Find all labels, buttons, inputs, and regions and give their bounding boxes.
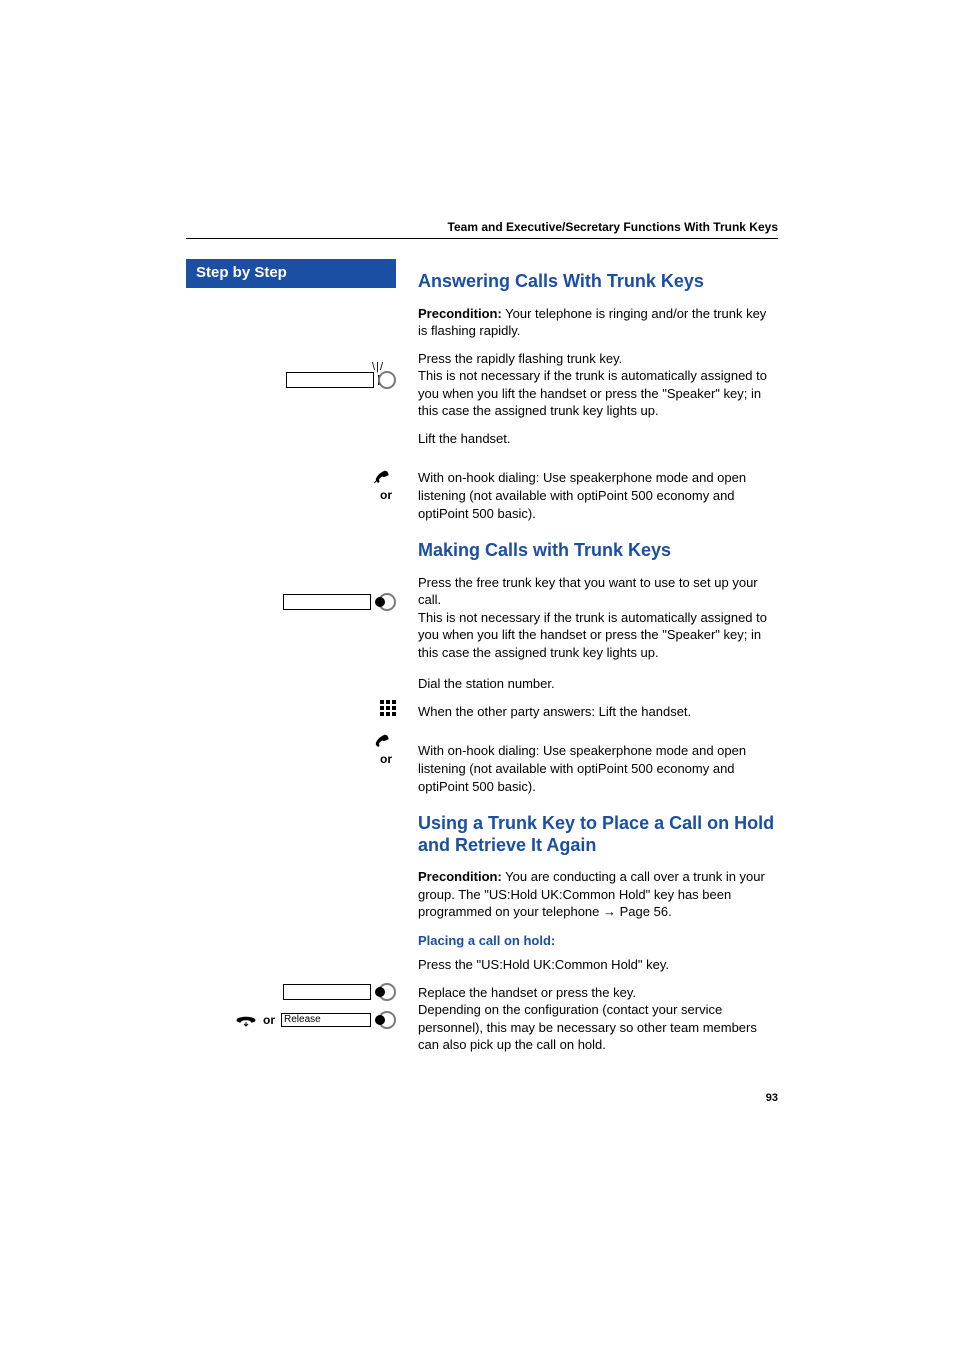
paragraph: With on-hook dialing: Use speakerphone m… (418, 469, 778, 522)
lift-handset-icon (186, 726, 396, 754)
paragraph: Press the free trunk key that you want t… (418, 574, 778, 662)
trunk-key-flashing-icon: \ | / (186, 366, 396, 394)
sub-heading: Placing a call on hold: (418, 933, 778, 948)
header-rule (186, 238, 778, 239)
page-ref-link[interactable]: Page 56. (620, 904, 672, 919)
section-title: Making Calls with Trunk Keys (418, 540, 778, 562)
paragraph: Replace the handset or press the key. De… (418, 984, 778, 1054)
lift-handset-icon (186, 462, 396, 490)
paragraph: Press the rapidly flashing trunk key. Th… (418, 350, 778, 420)
section-title: Answering Calls With Trunk Keys (418, 271, 778, 293)
paragraph: With on-hook dialing: Use speakerphone m… (418, 742, 778, 795)
trunk-key-free-icon (186, 588, 396, 616)
hold-key-icon (186, 978, 396, 1006)
release-key-label: Release (281, 1013, 371, 1027)
hangup-icon (235, 1013, 257, 1027)
or-label: or (263, 1013, 275, 1027)
paragraph: Press the "US:Hold UK:Common Hold" key. (418, 956, 778, 974)
paragraph: Precondition: You are conducting a call … (418, 868, 778, 921)
keypad-icon (186, 694, 396, 722)
release-row: or Release (186, 1006, 396, 1034)
step-by-step-header: Step by Step (186, 259, 396, 288)
running-header: Team and Executive/Secretary Functions W… (186, 220, 778, 234)
or-label: or (186, 488, 396, 502)
page-ref-arrow: → (603, 904, 620, 919)
content-column: Answering Calls With Trunk Keys Precondi… (418, 259, 778, 1064)
paragraph: Dial the station number. (418, 675, 778, 693)
paragraph: When the other party answers: Lift the h… (418, 703, 778, 721)
paragraph: Precondition: Your telephone is ringing … (418, 305, 778, 340)
section-title: Using a Trunk Key to Place a Call on Hol… (418, 813, 778, 856)
step-column: Step by Step \ | / (186, 259, 396, 1034)
or-label: or (186, 752, 396, 766)
paragraph: Lift the handset. (418, 430, 778, 448)
page-number: 93 (186, 1092, 778, 1104)
